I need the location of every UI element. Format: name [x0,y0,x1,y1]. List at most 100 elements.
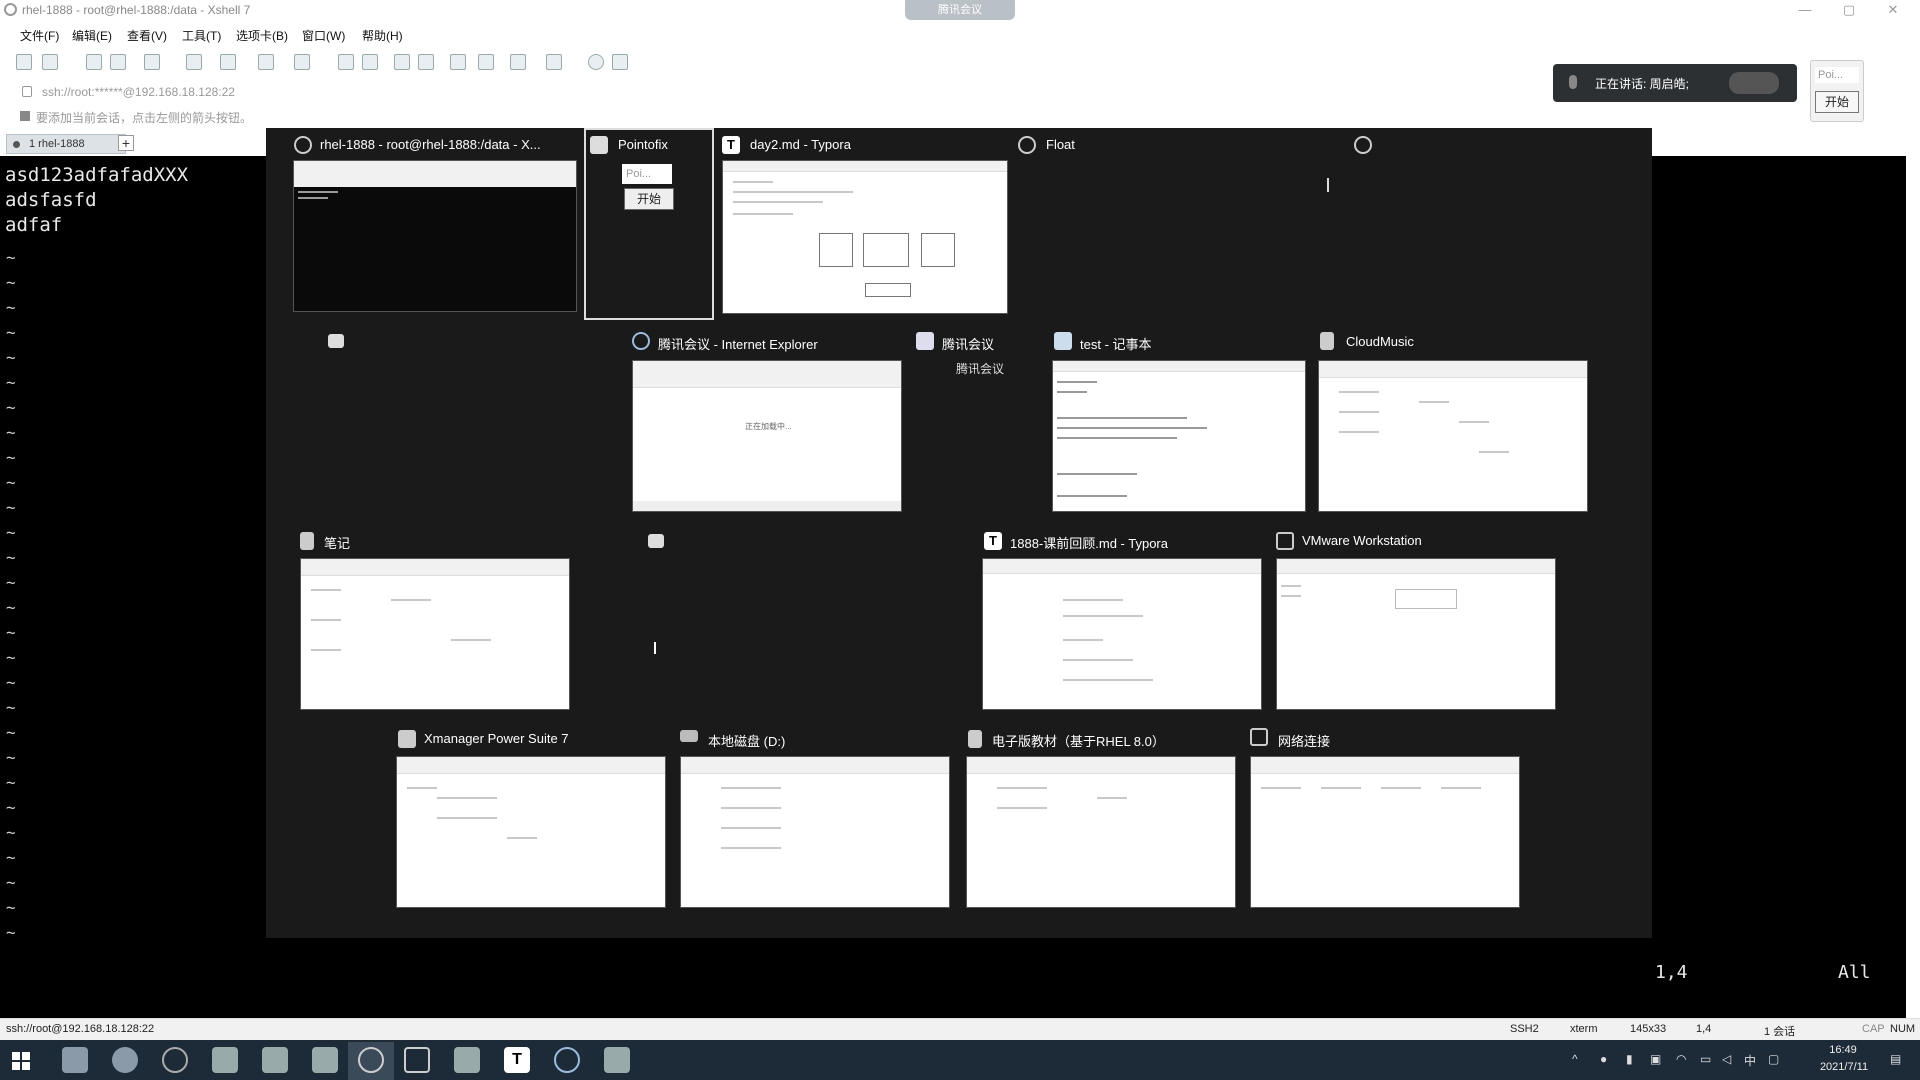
maximize-icon[interactable]: ▢ [1826,0,1872,22]
font-icon[interactable] [294,54,310,70]
thumb-typora-review[interactable] [982,558,1262,710]
pointofix-taskbar-icon[interactable] [62,1047,88,1073]
battery-icon[interactable]: ▭ [1700,1052,1711,1066]
typora-taskbar-icon[interactable]: T [504,1047,530,1073]
add-tab-button[interactable]: + [118,135,134,151]
notification-icon[interactable]: ▤ [1890,1052,1901,1066]
ime-indicator[interactable]: 中 [1744,1052,1756,1069]
vim-empty-line: ~ [6,248,16,267]
tray-icon[interactable]: ● [1600,1052,1607,1066]
switcher-label: rhel-1888 - root@rhel-1888:/data - X... [320,137,541,152]
hint-text: 要添加当前会话，点击左侧的箭头按钮。 [36,111,253,125]
menu-help[interactable]: 帮助(H) [362,27,403,44]
keyboard-icon[interactable] [450,54,466,70]
switcher-label: CloudMusic [1346,334,1414,349]
folder-icon [968,730,982,748]
vim-empty-line: ~ [6,398,16,417]
switcher-label: 本地磁盘 (D:) [708,734,786,749]
notepad-taskbar-icon[interactable] [312,1047,338,1073]
switcher-label: Float [1046,137,1075,152]
chat-icon[interactable] [612,54,628,70]
clock-date[interactable]: 2021/7/11 [1804,1061,1884,1073]
meeting-taskbar-icon[interactable] [454,1047,480,1073]
connect-icon[interactable] [86,54,102,70]
firefox-icon[interactable] [112,1047,138,1073]
poi-start-button[interactable]: 开始 [1815,91,1859,113]
lock-icon[interactable] [418,54,434,70]
switcher-label: 1888-课前回顾.md - Typora [1010,536,1168,551]
tray-app-icon[interactable]: ▣ [1650,1052,1661,1066]
script-icon[interactable] [478,54,494,70]
new-session-icon[interactable] [16,54,32,70]
search-icon[interactable] [186,54,202,70]
close-icon[interactable]: ✕ [1870,0,1916,22]
volume-icon[interactable]: ◁ [1722,1052,1731,1066]
vim-empty-line: ~ [6,323,16,342]
status-size: 145x33 [1630,1023,1667,1035]
transfer-icon[interactable] [220,54,236,70]
wifi-icon[interactable]: ◠ [1676,1052,1686,1066]
thumb-notes-folder[interactable] [300,558,570,710]
thumb-network[interactable] [1250,756,1520,908]
chrome-icon[interactable] [162,1047,188,1073]
tray-notice-icon[interactable]: ▢ [1768,1052,1779,1066]
menu-tools[interactable]: 工具(T) [182,27,221,44]
microphone-tray-icon[interactable]: ▮ [1626,1052,1633,1066]
menu-edit[interactable]: 编辑(E) [72,27,112,44]
pointofix-poi: Poi... [622,164,672,184]
scroll-state: All [1838,962,1871,983]
switcher-label: day2.md - Typora [750,137,851,152]
audio-wave-icon [1729,72,1779,94]
pointofix-taskbar-icon-2[interactable] [604,1047,630,1073]
xshell-icon[interactable] [358,1047,384,1073]
window-switcher: rhel-1888 - root@rhel-1888:/data - X... … [266,128,1652,938]
pointofix-start-button[interactable]: 开始 [624,188,674,210]
ie-taskbar-icon[interactable] [554,1047,580,1073]
notes-icon[interactable] [262,1047,288,1073]
address-input[interactable]: ssh://root:******@192.168.18.128:22 [42,85,235,99]
menu-file[interactable]: 文件(F) [20,27,59,44]
thumb-ie-meeting[interactable]: 正在加载中... [632,360,902,512]
xagent-icon[interactable] [362,54,378,70]
vmware-taskbar-icon[interactable] [404,1047,430,1073]
arrow-icon[interactable] [20,111,30,121]
globe-icon[interactable] [258,54,274,70]
disconnect-icon[interactable] [110,54,126,70]
folder-icon [398,730,416,748]
thumb-cloudmusic[interactable] [1318,360,1588,512]
thumb-xshell[interactable] [293,160,577,312]
help-icon[interactable] [588,54,604,70]
float-icon [1018,136,1036,154]
thumb-day2[interactable] [722,160,1008,314]
vim-empty-line: ~ [6,698,16,717]
xftp-icon[interactable] [338,54,354,70]
terminal-line: asd123adfafadXXX [5,164,189,186]
menu-view[interactable]: 查看(V) [127,27,167,44]
explorer-icon[interactable] [212,1047,238,1073]
open-icon[interactable] [42,54,58,70]
menu-tabs[interactable]: 选项卡(B) [236,27,288,44]
switcher-label: 网络连接 [1278,734,1331,749]
meeting-talking-indicator[interactable]: 正在讲话: 周启皓; [1553,64,1797,102]
thumb-local-disk[interactable] [680,756,950,908]
scrollbar[interactable] [1906,156,1920,1018]
layout-icon[interactable] [546,54,562,70]
status-bar: ssh://root@192.168.18.128:22 SSH2 xterm … [0,1018,1920,1041]
thumb-ebook-folder[interactable] [966,756,1236,908]
thumb-notepad[interactable] [1052,360,1306,512]
thumb-vmware[interactable] [1276,558,1556,710]
vim-empty-line: ~ [6,848,16,867]
properties-icon[interactable] [144,54,160,70]
windows-start-icon[interactable] [12,1052,30,1070]
clock-time[interactable]: 16:49 [1808,1044,1878,1056]
compose-icon[interactable] [510,54,526,70]
menu-window[interactable]: 窗口(W) [302,27,345,44]
fullscreen-icon[interactable] [394,54,410,70]
tab-session[interactable]: 1 rhel-1888 [6,134,126,154]
microphone-icon [1569,75,1577,89]
chevron-up-icon[interactable]: ^ [1572,1052,1578,1066]
thumb-xmanager[interactable] [396,756,666,908]
minimize-icon[interactable]: — [1782,0,1828,22]
meeting-pill[interactable]: 腾讯会议 [905,0,1015,20]
text-cursor-icon [1327,178,1329,192]
